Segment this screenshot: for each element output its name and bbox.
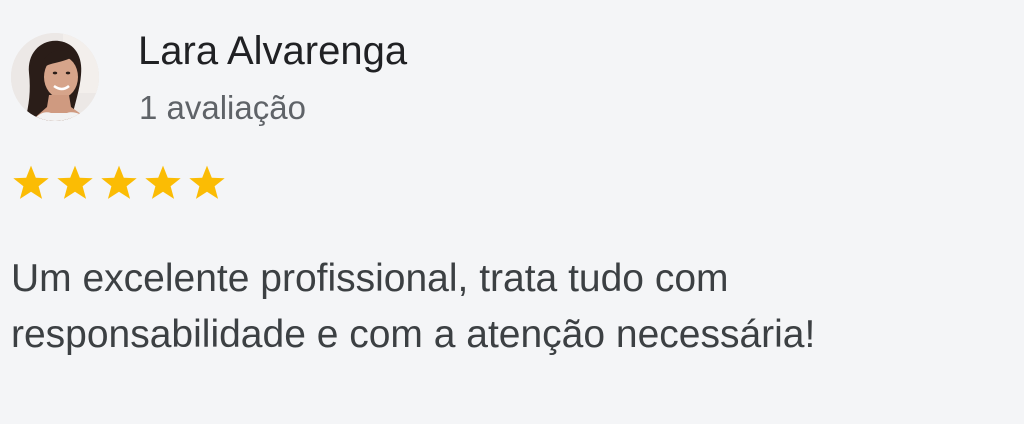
star-icon bbox=[101, 165, 137, 199]
avatar[interactable] bbox=[11, 33, 99, 121]
review-text: Um excelente profissional, trata tudo co… bbox=[11, 257, 816, 356]
star-icon bbox=[145, 165, 181, 199]
reviewer-name[interactable]: Lara Alvarenga bbox=[138, 27, 407, 75]
star-icon bbox=[189, 165, 225, 199]
star-icon bbox=[57, 165, 93, 199]
star-icon bbox=[13, 165, 49, 199]
review-card: Lara Alvarenga 1 avaliação Um excelente … bbox=[0, 0, 1024, 424]
review-count: 1 avaliação bbox=[139, 89, 306, 126]
star-rating bbox=[11, 164, 227, 202]
